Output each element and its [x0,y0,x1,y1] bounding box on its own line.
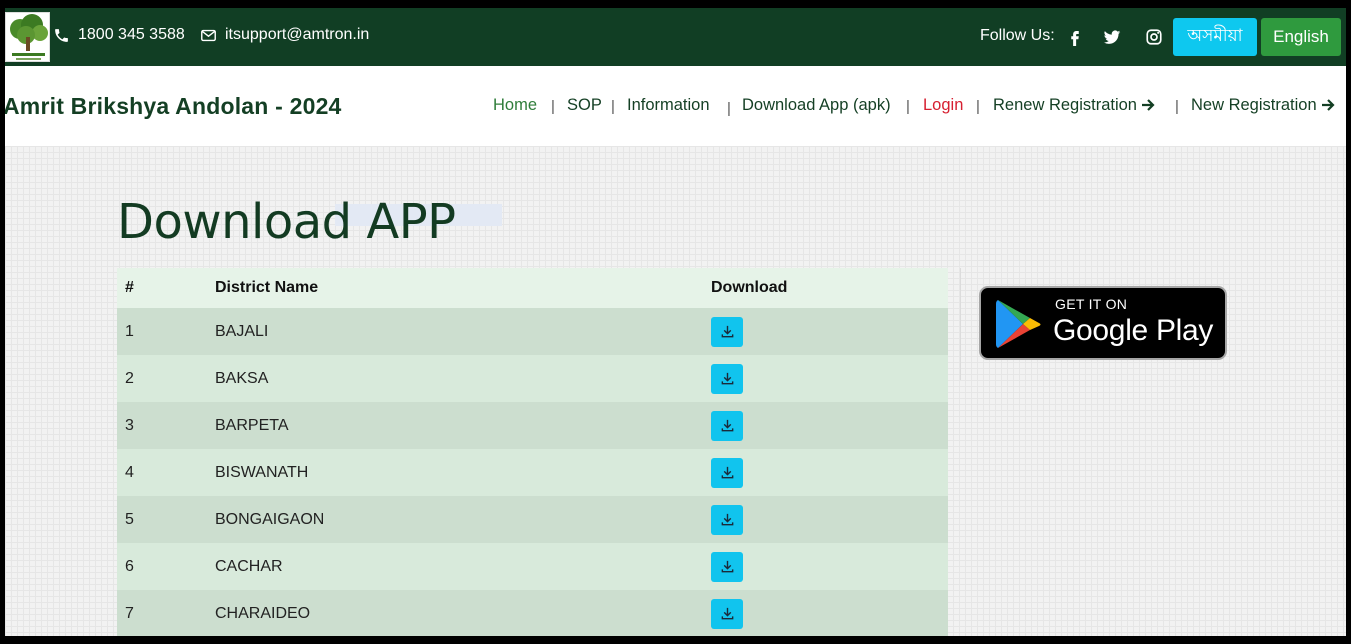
row-number: 1 [125,322,134,340]
download-button[interactable] [711,316,743,347]
row-district-name: BAKSA [215,369,269,387]
row-number: 7 [125,604,134,622]
google-play-icon [996,300,1041,348]
assamese-language-button[interactable]: অসমীয়া [1173,18,1257,56]
header-number: # [125,279,134,296]
row-download-cell [711,457,948,488]
header-district: District Name [215,279,319,296]
table-row: 5 BONGAIGAON [117,496,948,543]
main-content: Download APP # District Name Download 1 B… [5,146,1346,636]
facebook-icon[interactable] [1066,28,1084,46]
page-title: Download APP [117,194,456,250]
google-play-badge[interactable]: GET IT ON Google Play [979,286,1227,360]
row-district-name: BISWANATH [215,463,309,481]
download-icon [721,560,733,573]
table-row: 1 BAJALI [117,308,948,355]
table-row: 4 BISWANATH [117,449,948,496]
row-download-cell [711,598,948,629]
nav-new-registration[interactable]: New Registration [1191,96,1335,115]
row-download-cell [711,363,948,394]
nav-new-label: New Registration [1191,96,1317,114]
table-row: 6 CACHAR [117,543,948,590]
email-contact[interactable]: itsupport@amtron.in [200,26,369,44]
nav-sop[interactable]: SOP [567,96,602,115]
table-row: 7 CHARAIDEO [117,590,948,636]
table-header: # District Name Download [117,268,948,308]
phone-number: 1800 345 3588 [78,26,185,43]
row-district-name: BAJALI [215,322,269,340]
row-district-name: CACHAR [215,557,283,575]
row-download-cell [711,316,948,347]
download-button[interactable] [711,410,743,441]
site-brand[interactable]: Amrit Brikshya Andolan - 2024 [5,93,342,120]
nav-renew-registration[interactable]: Renew Registration [993,96,1155,115]
nav-separator: | [906,98,910,115]
site-logo[interactable] [5,12,50,62]
arrow-right-icon [1321,99,1335,111]
row-district-name: CHARAIDEO [215,604,311,622]
nav-separator: | [727,100,731,117]
row-number: 3 [125,416,134,434]
district-download-table: # District Name Download 1 BAJALI 2 BAKSA 3 B… [117,268,948,636]
row-download-cell [711,504,948,535]
download-icon [721,466,733,479]
row-number: 5 [125,510,134,528]
nav-separator: | [976,98,980,115]
google-play-small-text: GET IT ON [1055,296,1128,312]
row-district-name: BARPETA [215,416,289,434]
top-bar: 1800 345 3588 itsupport@amtron.in Follow… [5,8,1346,66]
table-row: 3 BARPETA [117,402,948,449]
download-button[interactable] [711,598,743,629]
phone-contact[interactable]: 1800 345 3588 [53,26,185,44]
google-play-big-text: Google Play [1053,314,1214,347]
column-divider [960,268,961,380]
english-language-button[interactable]: English [1261,18,1341,56]
phone-icon [55,28,68,42]
download-icon [721,419,733,432]
nav-login[interactable]: Login [923,96,963,115]
row-number: 2 [125,369,134,387]
nav-separator: | [611,98,615,115]
nav-information[interactable]: Information [627,96,710,115]
follow-us-label: Follow Us: [980,27,1055,44]
instagram-icon[interactable] [1145,28,1163,46]
header-download: Download [711,279,788,296]
row-district-name: BONGAIGAON [215,510,325,528]
row-number: 6 [125,557,134,575]
nav-separator: | [551,98,555,115]
twitter-icon[interactable] [1103,28,1121,46]
download-button[interactable] [711,504,743,535]
main-navbar: Amrit Brikshya Andolan - 2024 Home | SOP… [5,66,1346,146]
nav-renew-label: Renew Registration [993,96,1137,114]
download-icon [721,607,733,620]
row-download-cell [711,410,948,441]
email-address: itsupport@amtron.in [225,26,370,43]
download-button[interactable] [711,363,743,394]
download-icon [721,325,733,338]
download-icon [721,372,733,385]
download-icon [721,513,733,526]
envelope-icon [201,29,216,41]
table-row: 2 BAKSA [117,355,948,402]
row-number: 4 [125,463,134,481]
browser-viewport: 1800 345 3588 itsupport@amtron.in Follow… [5,8,1346,636]
arrow-right-icon [1142,99,1155,111]
nav-download-app[interactable]: Download App (apk) [742,96,891,115]
row-download-cell [711,551,948,582]
download-button[interactable] [711,551,743,582]
download-button[interactable] [711,457,743,488]
nav-separator: | [1175,98,1179,115]
nav-home[interactable]: Home [493,96,537,115]
